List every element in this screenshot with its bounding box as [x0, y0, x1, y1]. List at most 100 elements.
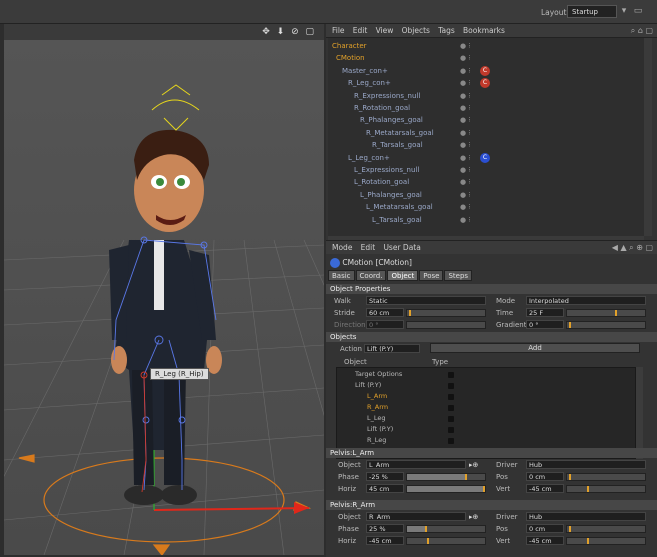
pr-horiz-field[interactable]: -45 cm — [366, 536, 404, 545]
visibility-dots-icon[interactable]: ● ⁝ — [460, 90, 471, 102]
time-slider[interactable] — [566, 309, 646, 317]
pl-pick-icon[interactable]: ▸⊕ — [469, 460, 478, 470]
viewport-3d[interactable]: R_Leg (R_Hip) — [4, 40, 324, 555]
direction-field[interactable]: 0 ° — [366, 320, 404, 329]
pl-object-field[interactable]: L_Arm — [366, 460, 466, 469]
objects-list-item[interactable]: Target Options — [337, 369, 635, 380]
tree-row[interactable]: R_Expressions_null ● ⁝ — [328, 90, 644, 102]
hover-tooltip: R_Leg (R_Hip) — [150, 368, 209, 380]
tree-row[interactable]: R_Phalanges_goal ● ⁝ — [328, 114, 644, 126]
visibility-dots-icon[interactable]: ● ⁝ — [460, 152, 471, 164]
objects-list-item[interactable]: R_Leg — [337, 435, 635, 446]
pr-pos-slider[interactable] — [566, 525, 646, 533]
pr-object-field[interactable]: R_Arm — [366, 512, 466, 521]
tree-row[interactable]: L_Tarsals_goal ● ⁝ — [328, 214, 644, 226]
tree-row[interactable]: Character ● ⁝ — [328, 40, 644, 52]
objects-list-item[interactable]: R_Arm — [337, 402, 635, 413]
objects-list-item[interactable]: L_Leg — [337, 413, 635, 424]
tree-row[interactable]: R_Metatarsals_goal ● ⁝ — [328, 127, 644, 139]
visibility-dots-icon[interactable]: ● ⁝ — [460, 176, 471, 188]
visibility-dots-icon[interactable]: ● ⁝ — [460, 102, 471, 114]
objects-list[interactable]: Target Options Lift (P.Y) L_Arm R_Arm L_Leg L… — [336, 367, 636, 459]
pr-horiz-slider[interactable] — [406, 537, 486, 545]
pl-horiz-field[interactable]: 45 cm — [366, 484, 404, 493]
tree-row[interactable]: R_Leg_con+ ● ⁝ C — [328, 77, 644, 89]
tree-row[interactable]: R_Tarsals_goal ● ⁝ — [328, 139, 644, 151]
pr-vert-slider[interactable] — [566, 537, 646, 545]
tree-row[interactable]: L_Phalanges_goal ● ⁝ — [328, 189, 644, 201]
gradient-slider[interactable] — [566, 321, 646, 329]
time-field[interactable]: 25 F — [526, 308, 564, 317]
am-menu-mode[interactable]: Mode — [332, 241, 352, 255]
tree-row[interactable]: CMotion ● ⁝ — [328, 52, 644, 64]
tree-row[interactable]: L_Metatarsals_goal ● ⁝ — [328, 201, 644, 213]
visibility-dots-icon[interactable]: ● ⁝ — [460, 127, 471, 139]
objects-list-scrollbar[interactable] — [636, 367, 643, 459]
pl-phase-slider[interactable] — [406, 473, 486, 481]
pl-horiz-slider[interactable] — [406, 485, 486, 493]
tree-row[interactable]: L_Expressions_null ● ⁝ — [328, 164, 644, 176]
pr-driver-select[interactable]: Hub — [526, 512, 646, 521]
pl-pos-slider[interactable] — [566, 473, 646, 481]
om-menu-edit[interactable]: Edit — [353, 24, 368, 38]
pl-vert-slider[interactable] — [566, 485, 646, 493]
pr-vert-field[interactable]: -45 cm — [526, 536, 564, 545]
visibility-dots-icon[interactable]: ● ⁝ — [460, 40, 471, 52]
visibility-dots-icon[interactable]: ● ⁝ — [460, 139, 471, 151]
pl-driver-select[interactable]: Hub — [526, 460, 646, 469]
visibility-dots-icon[interactable]: ● ⁝ — [460, 77, 471, 89]
tree-row[interactable]: L_Rotation_goal ● ⁝ — [328, 176, 644, 188]
mode-select[interactable]: Interpolated — [526, 296, 646, 305]
visibility-dots-icon[interactable]: ● ⁝ — [460, 114, 471, 126]
pr-pick-icon[interactable]: ▸⊕ — [469, 512, 478, 522]
pr-phase-field[interactable]: 25 % — [366, 524, 404, 533]
constraint-tag-icon[interactable]: C — [480, 65, 490, 76]
stride-field[interactable]: 60 cm — [366, 308, 404, 317]
visibility-dots-icon[interactable]: ● ⁝ — [460, 65, 471, 77]
visibility-dots-icon[interactable]: ● ⁝ — [460, 189, 471, 201]
viewport-nav-icons[interactable]: ✥ ⬇ ⊘ ▢ — [262, 27, 316, 37]
stride-slider[interactable] — [406, 309, 486, 317]
om-menu-view[interactable]: View — [376, 24, 394, 38]
am-menu-userdata[interactable]: User Data — [383, 241, 420, 255]
gradient-field[interactable]: 0 ° — [526, 320, 564, 329]
constraint-tag-icon[interactable]: C — [480, 152, 490, 163]
tree-row[interactable]: Master_con+ ● ⁝ C — [328, 65, 644, 77]
om-menu-file[interactable]: File — [332, 24, 345, 38]
tab-steps[interactable]: Steps — [444, 270, 473, 281]
walk-select[interactable]: Static — [366, 296, 486, 305]
object-tree[interactable]: Character ● ⁝ CMotion ● ⁝ Master_con+ ● ⁝ C R_L… — [328, 38, 644, 236]
om-menu-objects[interactable]: Objects — [402, 24, 430, 38]
tree-row[interactable]: L_Leg_con+ ● ⁝ C — [328, 152, 644, 164]
pl-vert-field[interactable]: -45 cm — [526, 484, 564, 493]
objects-list-item[interactable]: Lift (P.Y) — [337, 424, 635, 435]
om-menu-bookmarks[interactable]: Bookmarks — [463, 24, 505, 38]
tab-pose[interactable]: Pose — [419, 270, 444, 281]
om-search-icon[interactable]: ⌕ ⌂ ▢ — [631, 26, 653, 36]
tree-scrollbar[interactable] — [644, 38, 652, 236]
pl-pos-field[interactable]: 0 cm — [526, 472, 564, 481]
action-select[interactable]: Lift (P.Y) — [364, 344, 420, 353]
tab-object[interactable]: Object — [387, 270, 419, 281]
add-button[interactable]: Add — [430, 343, 640, 353]
visibility-dots-icon[interactable]: ● ⁝ — [460, 201, 471, 213]
tree-row[interactable]: R_Rotation_goal ● ⁝ — [328, 102, 644, 114]
am-nav-icons[interactable]: ◀ ▲ ⌕ ⊕ ▢ — [612, 243, 653, 253]
direction-slider[interactable] — [406, 321, 486, 329]
om-menu-tags[interactable]: Tags — [438, 24, 455, 38]
layout-chevron-icon[interactable]: ▾ — [619, 6, 629, 16]
objects-list-item[interactable]: L_Arm — [337, 391, 635, 402]
layout-select[interactable]: Startup — [567, 5, 617, 18]
window-icon[interactable]: ▭ — [633, 6, 643, 16]
pr-phase-slider[interactable] — [406, 525, 486, 533]
objects-list-item[interactable]: Lift (P.Y) — [337, 380, 635, 391]
visibility-dots-icon[interactable]: ● ⁝ — [460, 164, 471, 176]
pl-phase-field[interactable]: -25 % — [366, 472, 404, 481]
pr-pos-field[interactable]: 0 cm — [526, 524, 564, 533]
tab-basic[interactable]: Basic — [328, 270, 355, 281]
am-menu-edit[interactable]: Edit — [361, 241, 376, 255]
tab-coord[interactable]: Coord. — [355, 270, 387, 281]
constraint-tag-icon[interactable]: C — [480, 78, 490, 89]
visibility-dots-icon[interactable]: ● ⁝ — [460, 214, 471, 226]
visibility-dots-icon[interactable]: ● ⁝ — [460, 52, 471, 64]
